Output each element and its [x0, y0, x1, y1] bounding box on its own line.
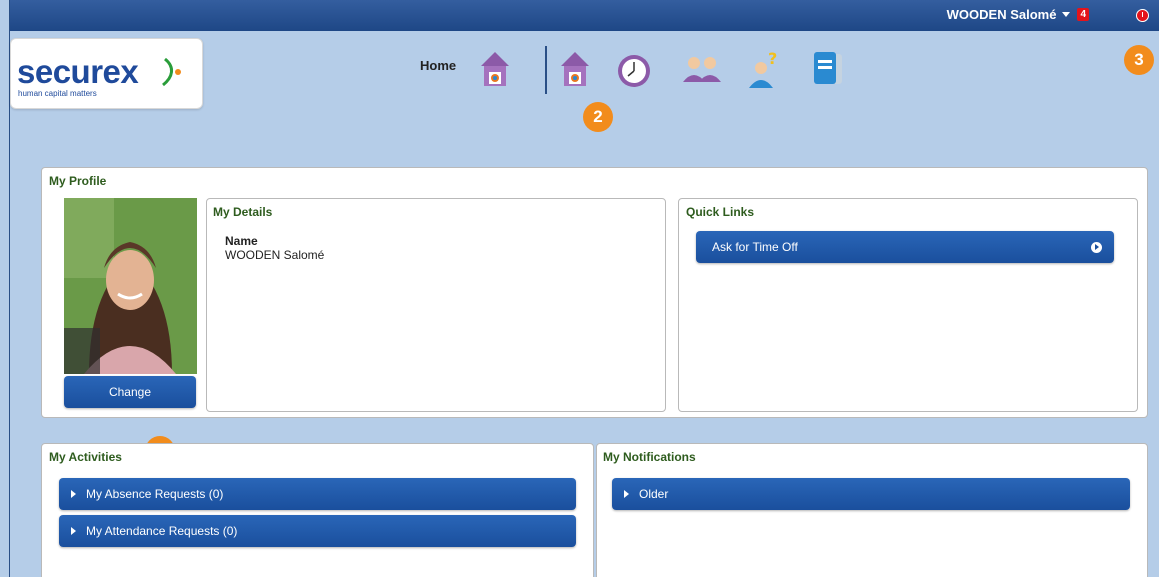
notification-badge[interactable]: 4 [1077, 8, 1089, 21]
older-label: Older [639, 487, 669, 501]
older-notifications-item[interactable]: Older [612, 478, 1130, 510]
power-icon[interactable] [1136, 9, 1149, 22]
attendance-requests-item[interactable]: My Attendance Requests (0) [59, 515, 576, 547]
app-frame: WOODEN Salomé 4 securex human capital ma… [9, 0, 1159, 577]
svg-text:?: ? [768, 49, 777, 68]
clock-icon[interactable] [615, 52, 653, 90]
notebook-icon[interactable] [806, 48, 846, 90]
user-menu[interactable]: WOODEN Salomé 4 [947, 7, 1089, 22]
my-notifications-title: My Notifications [603, 450, 696, 464]
home-icon[interactable] [478, 48, 512, 90]
user-name: WOODEN Salomé [946, 7, 1057, 22]
marker-2: 2 [583, 102, 613, 132]
expand-arrow-icon [624, 490, 629, 498]
logo: securex human capital matters [10, 38, 203, 109]
change-photo-button[interactable]: Change [64, 376, 196, 408]
my-activities-title: My Activities [49, 450, 122, 464]
chevron-down-icon [1062, 12, 1071, 17]
absence-requests-item[interactable]: My Absence Requests (0) [59, 478, 576, 510]
home-icon[interactable] [558, 48, 592, 90]
arrow-right-icon [1091, 242, 1102, 253]
quick-links-title: Quick Links [686, 205, 755, 219]
logo-tagline: human capital matters [18, 89, 97, 98]
help-person-icon[interactable]: ? [744, 48, 784, 90]
nav-divider [545, 46, 547, 94]
nav-home-label[interactable]: Home [420, 58, 456, 73]
ask-for-time-off-link[interactable]: Ask for Time Off [696, 231, 1114, 263]
name-value: WOODEN Salomé [225, 248, 325, 262]
logo-swoosh-icon [162, 57, 181, 87]
my-profile-title: My Profile [49, 174, 107, 188]
expand-arrow-icon [71, 490, 76, 498]
expand-arrow-icon [71, 527, 76, 535]
profile-photo [64, 198, 197, 374]
ask-for-time-off-label: Ask for Time Off [712, 240, 798, 254]
team-icon[interactable] [678, 52, 726, 90]
logo-word: securex [17, 53, 139, 90]
marker-3: 3 [1124, 45, 1154, 75]
top-bar: WOODEN Salomé 4 [10, 0, 1159, 31]
my-activities-panel [41, 443, 594, 577]
name-label: Name [225, 234, 258, 248]
my-details-title: My Details [213, 205, 273, 219]
absence-requests-label: My Absence Requests (0) [86, 487, 224, 501]
attendance-requests-label: My Attendance Requests (0) [86, 524, 238, 538]
my-details-box [206, 198, 666, 412]
change-photo-label: Change [108, 385, 152, 399]
